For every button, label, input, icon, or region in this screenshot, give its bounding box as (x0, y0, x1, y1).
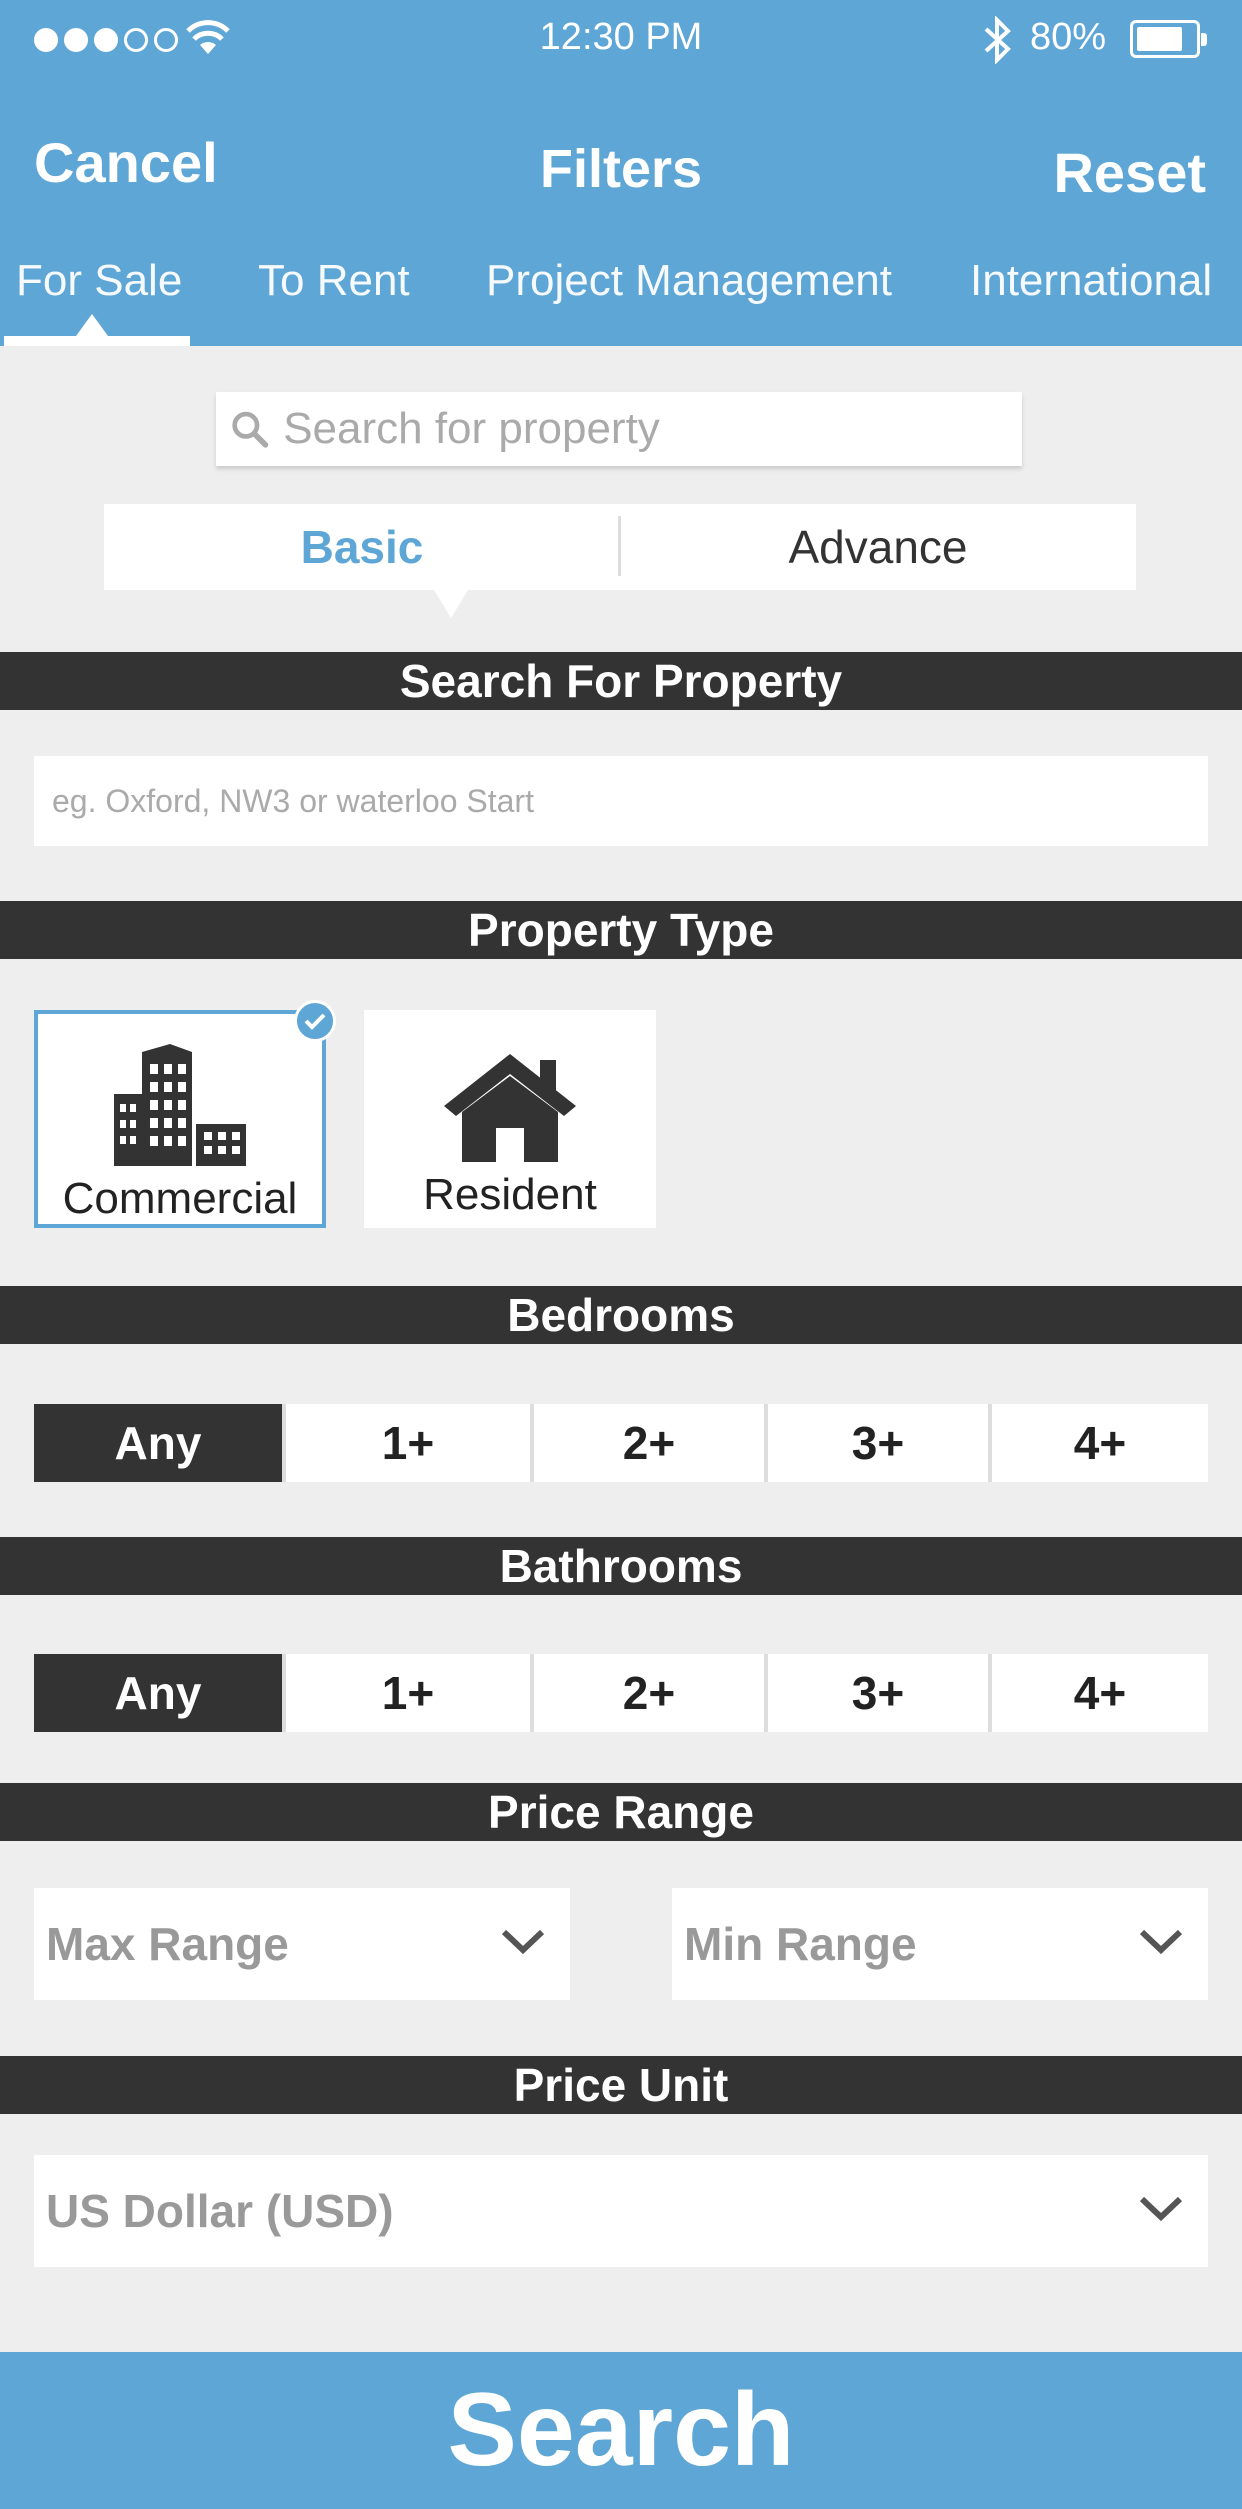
header: 12:30 PM 80% Cancel Filters Reset For Sa… (0, 0, 1242, 346)
bedrooms-option-4-plus[interactable]: 4+ (988, 1404, 1208, 1482)
location-field (34, 756, 1208, 846)
section-header-price-range: Price Range (0, 1783, 1242, 1841)
category-tabs: For Sale To Rent Project Management Inte… (0, 250, 1242, 346)
search-button[interactable]: Search (0, 2352, 1242, 2509)
property-type-resident[interactable]: Resident (364, 1010, 656, 1228)
bathrooms-option-3-plus[interactable]: 3+ (764, 1654, 988, 1732)
section-header-search-for-property: Search For Property (0, 652, 1242, 710)
house-icon (444, 1054, 576, 1162)
bedrooms-option-3-plus[interactable]: 3+ (764, 1404, 988, 1482)
bathrooms-option-2-plus[interactable]: 2+ (530, 1654, 764, 1732)
search-input[interactable] (283, 404, 1022, 454)
tab-for-sale[interactable]: For Sale (16, 256, 182, 306)
bedrooms-selector: Any 1+ 2+ 3+ 4+ (34, 1404, 1208, 1482)
advance-toggle-button[interactable]: Advance (620, 504, 1136, 590)
status-bar: 12:30 PM 80% (0, 0, 1242, 76)
reset-button[interactable]: Reset (1053, 140, 1206, 205)
tab-to-rent[interactable]: To Rent (258, 256, 410, 306)
section-header-property-type: Property Type (0, 901, 1242, 959)
max-range-label: Max Range (46, 1918, 289, 1970)
property-type-commercial[interactable]: Commercial (34, 1000, 336, 1228)
bedrooms-option-2-plus[interactable]: 2+ (530, 1404, 764, 1482)
price-unit-value: US Dollar (USD) (46, 2185, 394, 2237)
max-range-dropdown[interactable]: Max Range (34, 1888, 570, 2000)
price-unit-dropdown[interactable]: US Dollar (USD) (34, 2155, 1208, 2267)
section-header-bedrooms: Bedrooms (0, 1286, 1242, 1344)
bathrooms-option-any[interactable]: Any (34, 1654, 282, 1732)
chevron-down-icon (1139, 1929, 1183, 1955)
bathrooms-option-4-plus[interactable]: 4+ (988, 1654, 1208, 1732)
section-header-bathrooms: Bathrooms (0, 1537, 1242, 1595)
battery-icon (1130, 20, 1207, 58)
battery-percent: 80% (1030, 16, 1107, 58)
basic-toggle-button[interactable]: Basic (104, 504, 620, 590)
chevron-down-icon (1139, 2196, 1183, 2222)
buildings-icon (114, 1044, 246, 1166)
property-type-label: Resident (423, 1170, 597, 1219)
tab-international[interactable]: International (970, 256, 1212, 306)
bathrooms-selector: Any 1+ 2+ 3+ 4+ (34, 1654, 1208, 1732)
toggle-caret (434, 590, 468, 618)
tab-project-management[interactable]: Project Management (486, 256, 892, 306)
active-tab-indicator (4, 336, 190, 346)
min-range-label: Min Range (684, 1918, 917, 1970)
bedrooms-option-1-plus[interactable]: 1+ (282, 1404, 530, 1482)
chevron-down-icon (501, 1929, 545, 1955)
checkmark-icon (294, 1000, 336, 1042)
mode-toggle: Basic Advance (104, 504, 1136, 618)
active-tab-caret (76, 314, 108, 336)
bathrooms-option-1-plus[interactable]: 1+ (282, 1654, 530, 1732)
bedrooms-option-any[interactable]: Any (34, 1404, 282, 1482)
search-icon (232, 411, 269, 448)
location-input[interactable] (52, 782, 1208, 820)
section-header-price-unit: Price Unit (0, 2056, 1242, 2114)
search-bar (216, 392, 1022, 466)
property-type-label: Commercial (62, 1174, 298, 1223)
min-range-dropdown[interactable]: Min Range (672, 1888, 1208, 2000)
bluetooth-icon (984, 16, 1011, 64)
